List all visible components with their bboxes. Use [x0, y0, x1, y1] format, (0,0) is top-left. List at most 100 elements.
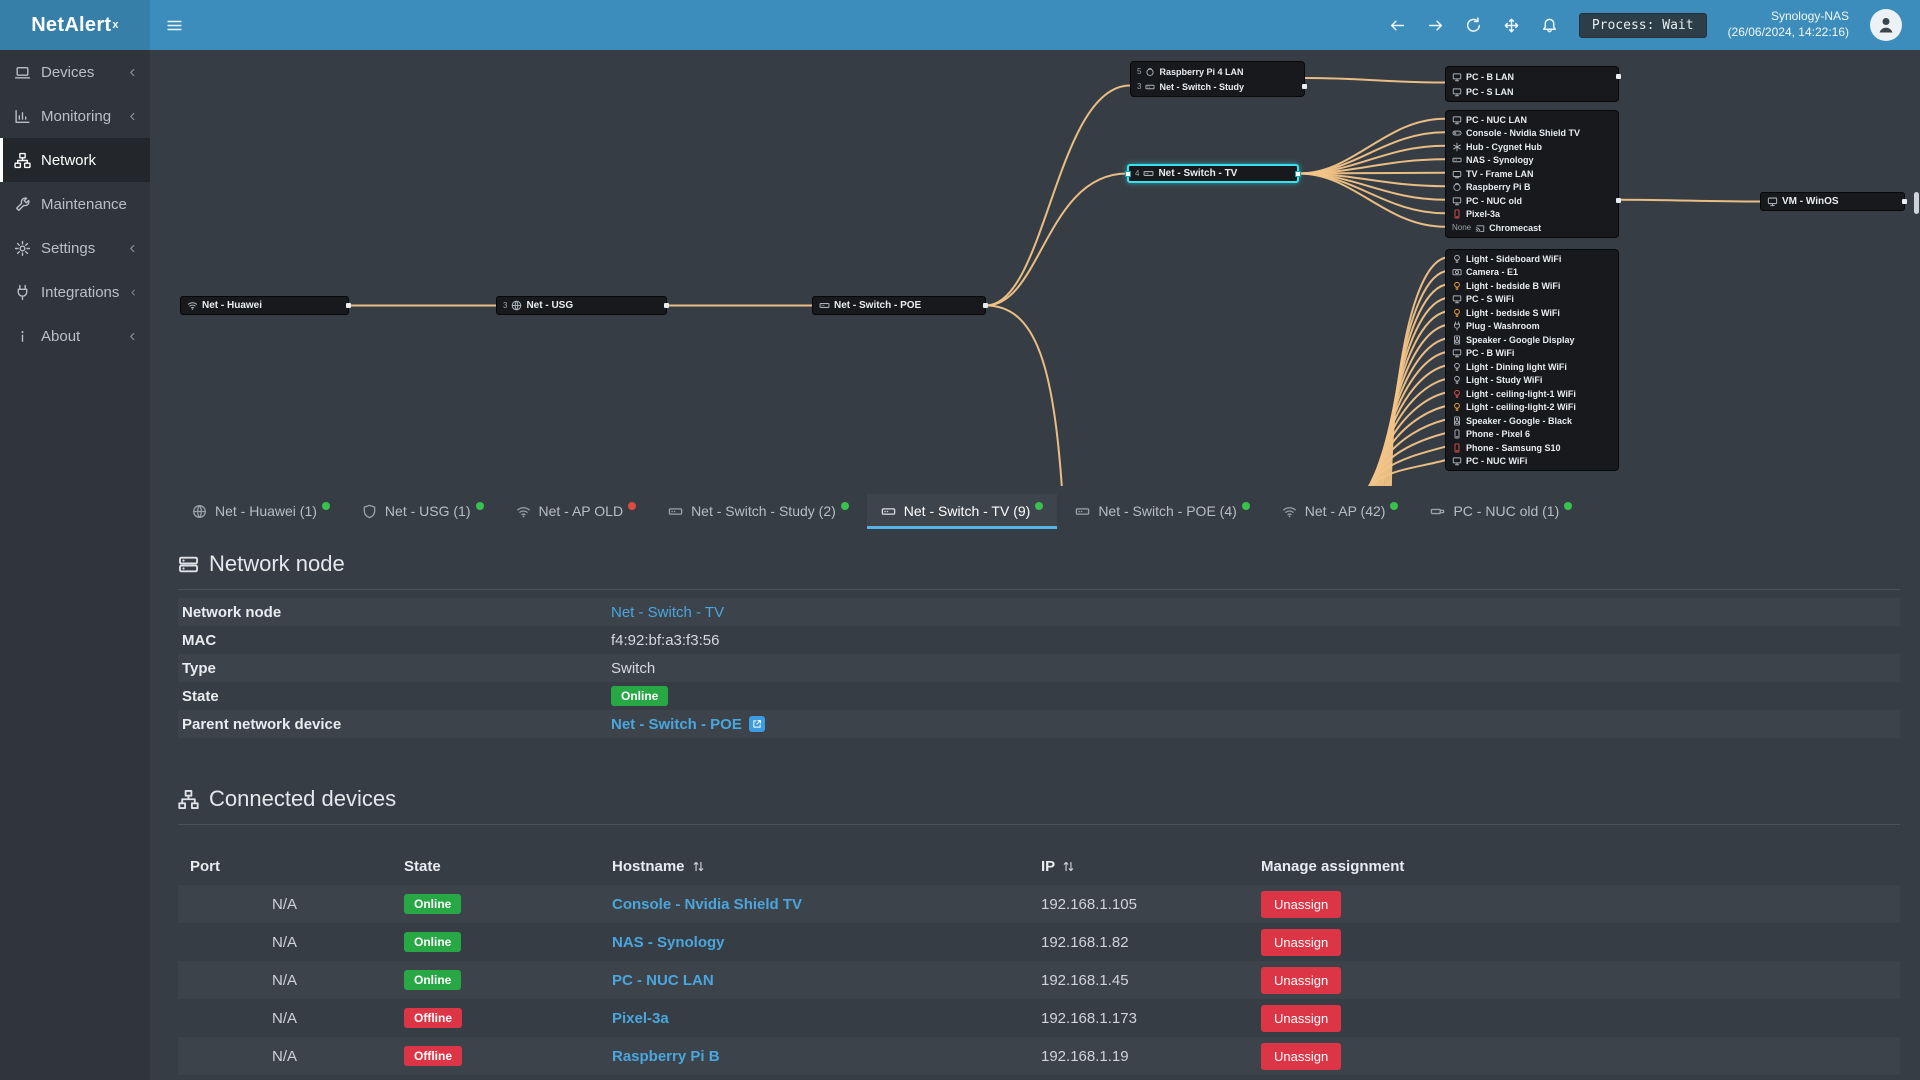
tab-net-usg-1[interactable]: Net - USG (1)	[348, 494, 498, 529]
device-label: PC - NUC old	[1466, 195, 1522, 206]
selection-handle[interactable]	[1295, 170, 1301, 177]
pc-icon	[1452, 348, 1462, 358]
topology-device-pc-b-lan[interactable]: PC - B LAN	[1446, 69, 1618, 84]
tab-net-ap-42[interactable]: Net - AP (42)	[1268, 494, 1413, 529]
topology-device-light-bedside-b-wifi[interactable]: Light - bedside B WiFi	[1446, 279, 1618, 293]
topology-device-speaker-google-display[interactable]: Speaker - Google Display	[1446, 333, 1618, 347]
topology-device-light-ceiling-light-1-wifi[interactable]: Light - ceiling-light-1 WiFi	[1446, 387, 1618, 401]
network-node-heading: Network node	[178, 551, 1900, 577]
table-row-pixel-3a: N/A Offline Pixel-3a 192.168.1.173 Unassign	[178, 999, 1900, 1037]
unassign-button[interactable]: Unassign	[1261, 1004, 1342, 1032]
plug-icon	[14, 284, 31, 301]
topology-device-pc-nuc-wifi[interactable]: PC - NUC WiFi	[1446, 455, 1618, 469]
topology-device-pc-nuc-lan[interactable]: PC - NUC LAN	[1446, 113, 1618, 127]
info-label: Type	[182, 659, 216, 677]
unassign-button[interactable]: Unassign	[1261, 966, 1342, 994]
light-icon	[1452, 254, 1462, 264]
table-row-pc-nuc-lan: N/A Online PC - NUC LAN 192.168.1.45 Unassig…	[178, 961, 1900, 999]
topology-device-pc-nuc-old[interactable]: PC - NUC old	[1446, 194, 1618, 208]
sidebar-item-about[interactable]: About	[0, 314, 150, 358]
topology-device-light-dining-light-wifi[interactable]: Light - Dining light WiFi	[1446, 360, 1618, 374]
notifications-bell-icon[interactable]	[1541, 17, 1558, 34]
sort-icon[interactable]	[692, 860, 705, 873]
topology-device-raspberry-pi-b[interactable]: Raspberry Pi B	[1446, 181, 1618, 195]
topology-device-light-study-wifi[interactable]: Light - Study WiFi	[1446, 374, 1618, 388]
sidebar-item-monitoring[interactable]: Monitoring	[0, 94, 150, 138]
scrollbar-thumb[interactable]	[1914, 192, 1919, 214]
sort-icon[interactable]	[1062, 860, 1075, 873]
selection-handle[interactable]	[1125, 170, 1131, 177]
topology-device-pixel-3a[interactable]: Pixel-3a	[1446, 208, 1618, 222]
topology-device-phone-samsung-s10[interactable]: Phone - Samsung S10	[1446, 441, 1618, 455]
topology-device-chromecast[interactable]: None Chromecast	[1446, 221, 1618, 235]
device-label: Raspberry Pi 4 LAN	[1159, 66, 1244, 77]
topology-device-pc-s-wifi[interactable]: PC - S WiFi	[1446, 293, 1618, 307]
topology-device-raspberry-pi-4-lan[interactable]: 5 Raspberry Pi 4 LAN	[1131, 64, 1304, 79]
topology-node-net-switch-poe[interactable]: Net - Switch - POE	[812, 296, 988, 315]
topology-device-console-nvidia-shield-tv[interactable]: Console - Nvidia Shield TV	[1446, 127, 1618, 141]
tab-net-ap-old[interactable]: Net - AP OLD	[502, 494, 651, 529]
sidebar-item-label: About	[41, 327, 81, 345]
app-logo[interactable]: NetAlert x	[0, 0, 150, 50]
unassign-button[interactable]: Unassign	[1261, 1042, 1342, 1070]
back-arrow-icon[interactable]	[1389, 17, 1406, 34]
column-header-ip[interactable]: IP	[1029, 858, 1249, 875]
topology-group-lan-bs: PC - B LAN PC - S LAN	[1445, 66, 1621, 102]
info-value: f4:92:bf:a3:f3:56	[611, 631, 720, 649]
topology-device-pc-s-lan[interactable]: PC - S LAN	[1446, 84, 1618, 99]
sidebar-item-integrations[interactable]: Integrations	[0, 270, 150, 314]
topology-device-pc-b-wifi[interactable]: PC - B WiFi	[1446, 347, 1618, 361]
user-avatar[interactable]	[1870, 9, 1902, 41]
topology-device-light-sideboard-wifi[interactable]: Light - Sideboard WiFi	[1446, 252, 1618, 266]
ip-cell: 192.168.1.173	[1041, 1009, 1137, 1027]
tab-pc-nuc-old-1[interactable]: PC - NUC old (1)	[1416, 494, 1586, 529]
hostname-link[interactable]: Raspberry Pi B	[612, 1048, 720, 1065]
topology-canvas[interactable]: Net - Huawei 3 Net - USG Net - Switch - POE…	[150, 50, 1920, 486]
sidebar-toggle-button[interactable]	[166, 17, 183, 34]
sidebar-item-maintenance[interactable]: Maintenance	[0, 182, 150, 226]
topology-node-net-switch-tv[interactable]: 4 Net - Switch - TV	[1125, 164, 1301, 183]
topology-device-camera-e1[interactable]: Camera - E1	[1446, 266, 1618, 280]
move-icon[interactable]	[1503, 17, 1520, 34]
tab-label: Net - Huawei (1)	[215, 503, 317, 519]
device-label: Net - Switch - Study	[1159, 81, 1244, 92]
hostname-link[interactable]: Pixel-3a	[612, 1010, 669, 1027]
column-header-hostname[interactable]: Hostname	[600, 858, 1029, 875]
hostname-cell: PC - NUC LAN	[600, 972, 1029, 989]
topology-device-hub-cygnet-hub[interactable]: Hub - Cygnet Hub	[1446, 140, 1618, 154]
forward-arrow-icon[interactable]	[1427, 17, 1444, 34]
topology-node-net-usg[interactable]: 3 Net - USG	[496, 296, 669, 315]
topology-node-vm-winos[interactable]: VM - WinOS	[1760, 192, 1907, 211]
parent-node-link[interactable]: Net - Switch - POE	[611, 716, 742, 733]
node-link[interactable]: Net - Switch - TV	[611, 604, 724, 621]
hostname-link[interactable]: Console - Nvidia Shield TV	[612, 896, 802, 913]
refresh-icon[interactable]	[1465, 16, 1482, 34]
tab-net-switch-poe-4[interactable]: Net - Switch - POE (4)	[1061, 494, 1263, 529]
device-label: Light - Study WiFi	[1466, 375, 1543, 386]
sidebar-item-devices[interactable]: Devices	[0, 50, 150, 94]
topology-device-plug-washroom[interactable]: Plug - Washroom	[1446, 320, 1618, 334]
unassign-button[interactable]: Unassign	[1261, 928, 1342, 956]
unassign-button[interactable]: Unassign	[1261, 890, 1342, 918]
topology-node-net-huawei[interactable]: Net - Huawei	[180, 296, 351, 315]
topology-device-light-bedside-s-wifi[interactable]: Light - bedside S WiFi	[1446, 306, 1618, 320]
tab-net-huawei-1[interactable]: Net - Huawei (1)	[178, 494, 344, 529]
topology-device-phone-pixel-6[interactable]: Phone - Pixel 6	[1446, 428, 1618, 442]
tab-net-switch-study-2[interactable]: Net - Switch - Study (2)	[654, 494, 863, 529]
topology-device-speaker-google-black[interactable]: Speaker - Google - Black	[1446, 414, 1618, 428]
topology-device-light-ceiling-light-2-wifi[interactable]: Light - ceiling-light-2 WiFi	[1446, 401, 1618, 415]
tab-net-switch-tv-9[interactable]: Net - Switch - TV (9)	[866, 494, 1058, 529]
sidebar-item-settings[interactable]: Settings	[0, 226, 150, 270]
wifi-icon	[187, 300, 198, 311]
topology-device-net-switch-study[interactable]: 3 Net - Switch - Study	[1131, 79, 1304, 94]
topology-device-nas-synology[interactable]: NAS - Synology	[1446, 154, 1618, 168]
external-link-icon[interactable]	[748, 716, 765, 732]
main-area: Net - Huawei 3 Net - USG Net - Switch - POE…	[150, 0, 1920, 1075]
speaker-icon	[1452, 416, 1462, 426]
topology-device-tv-frame-lan[interactable]: TV - Frame LAN	[1446, 167, 1618, 181]
hostname-link[interactable]: NAS - Synology	[612, 934, 725, 951]
sidebar-item-network[interactable]: Network	[0, 138, 150, 182]
camera-icon	[1452, 267, 1462, 277]
device-label: Plug - Washroom	[1466, 321, 1540, 332]
hostname-link[interactable]: PC - NUC LAN	[612, 972, 714, 989]
